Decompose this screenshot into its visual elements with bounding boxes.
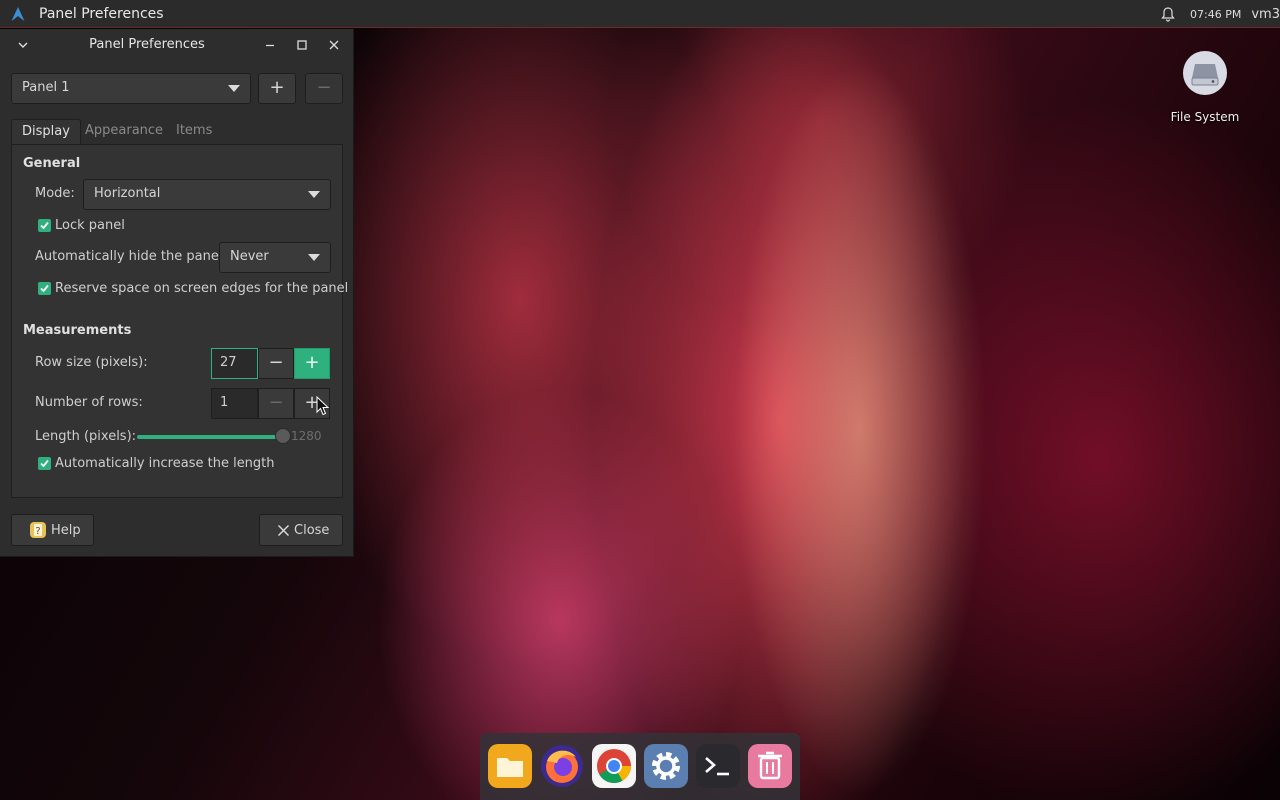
help-button[interactable]: ? Help [11,514,94,546]
auto-length-label[interactable]: Automatically increase the length [55,456,275,471]
remove-panel-button[interactable]: − [305,73,343,104]
window-titlebar[interactable]: Panel Preferences [0,29,353,61]
svg-text:?: ? [35,526,40,537]
measurements-heading: Measurements [23,323,132,338]
tab-items[interactable]: Items [176,119,212,145]
panel-select[interactable]: Panel 1 [11,73,251,104]
tab-appearance[interactable]: Appearance [85,119,163,145]
lock-panel-checkbox[interactable] [38,219,51,232]
length-slider-track[interactable] [137,435,283,439]
rows-label: Number of rows: [35,395,143,410]
row-size-increment-button[interactable]: + [294,348,330,379]
clock[interactable]: 07:46 PM [1190,8,1241,21]
drive-icon [1183,51,1227,95]
length-value: 1280 [291,429,322,443]
firefox-icon[interactable] [539,743,585,789]
length-slider-handle[interactable] [275,428,291,444]
mode-label: Mode: [35,186,75,201]
general-heading: General [23,156,81,171]
desktop-icon-label: File System [1170,110,1240,124]
active-window-title: Panel Preferences [39,5,164,22]
close-label: Close [294,523,330,538]
notification-bell-icon[interactable] [1160,6,1176,22]
reserve-space-checkbox[interactable] [38,282,51,295]
row-size-label: Row size (pixels): [35,355,148,370]
mode-select-value: Horizontal [94,186,161,201]
desktop-icon-file-system[interactable]: File System [1166,50,1244,124]
tab-display[interactable]: Display [11,119,81,145]
reserve-space-label[interactable]: Reserve space on screen edges for the pa… [55,281,348,296]
minimize-icon[interactable] [262,37,278,53]
mouse-pointer-icon [316,396,330,416]
autohide-select-value: Never [230,249,269,264]
rows-input[interactable]: 1 [211,388,258,419]
arch-logo-icon[interactable] [10,6,26,22]
length-label: Length (pixels): [35,429,137,444]
auto-length-checkbox[interactable] [38,457,51,470]
close-icon [278,525,289,536]
rows-value: 1 [220,395,229,410]
panel-select-value: Panel 1 [22,80,70,95]
autohide-label: Automatically hide the panel: [35,249,227,264]
help-label: Help [51,523,81,538]
trash-icon[interactable] [747,743,793,789]
close-button[interactable]: Close [259,514,343,546]
chrome-icon[interactable] [591,743,637,789]
row-size-decrement-button[interactable]: − [258,348,294,379]
help-icon: ? [30,522,46,538]
panel-preferences-window: Panel Preferences Panel 1 + − Display Ap… [0,29,354,557]
dropdown-arrow-icon [228,85,240,92]
checkmark-icon [40,284,49,293]
terminal-icon[interactable] [695,743,741,789]
dropdown-arrow-icon [308,191,320,198]
file-manager-icon[interactable] [487,743,533,789]
close-window-icon[interactable] [326,37,342,53]
hostname: vm3 [1251,6,1280,22]
add-panel-button[interactable]: + [258,73,296,104]
rows-decrement-button[interactable]: − [258,388,294,419]
settings-icon[interactable] [643,743,689,789]
dropdown-arrow-icon [308,254,320,261]
checkmark-icon [40,459,49,468]
mode-select[interactable]: Horizontal [83,179,331,210]
row-size-input[interactable]: 27 [211,348,258,379]
maximize-icon[interactable] [294,37,310,53]
lock-panel-label[interactable]: Lock panel [55,218,125,233]
dock [480,733,800,800]
top-panel: Panel Preferences 07:46 PM vm3 [0,0,1280,28]
checkmark-icon [40,221,49,230]
autohide-select[interactable]: Never [219,242,331,273]
row-size-value: 27 [220,355,237,370]
window-title: Panel Preferences [89,37,205,52]
